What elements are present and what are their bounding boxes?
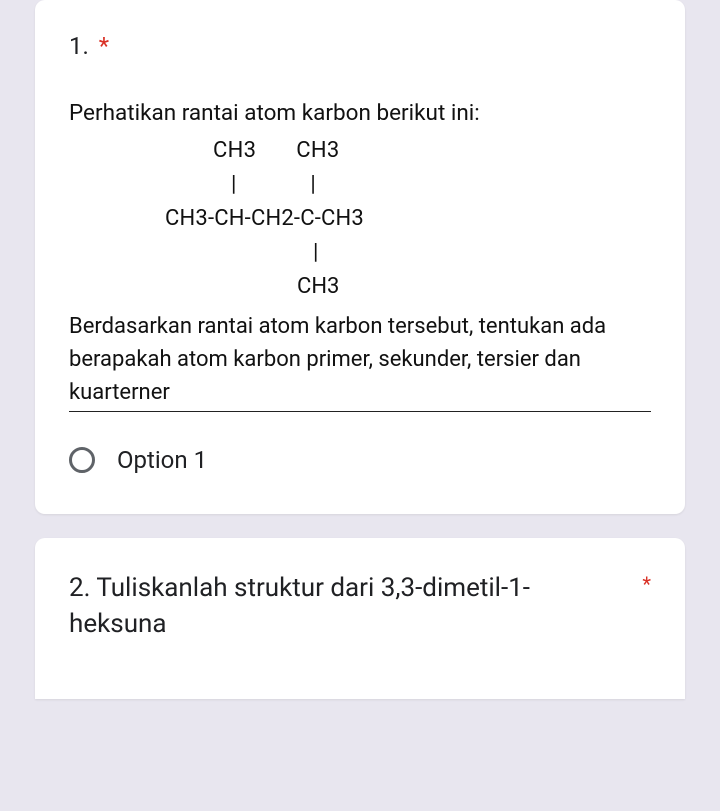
chem-row-3: CH3-CH-CH2-C-CH3 [69, 202, 651, 236]
chem-row-4: | [69, 236, 651, 270]
option-1-label: Option 1 [117, 446, 207, 474]
required-asterisk-2: * [642, 570, 651, 598]
chem-bond-1: | [231, 172, 236, 197]
chemical-structure: CH3CH3 || CH3-CH-CH2-C-CH3 | CH3 [69, 134, 651, 304]
q1-number-text: 1. [69, 32, 89, 60]
chem-bond-2: | [310, 172, 315, 197]
question-title-2: 2. Tuliskanlah struktur dari 3,3-dimetil… [69, 570, 651, 643]
question-number-1: 1. * [69, 32, 651, 60]
radio-option-1[interactable]: Option 1 [69, 446, 651, 474]
q2-title-text: 2. Tuliskanlah struktur dari 3,3-dimetil… [69, 570, 626, 643]
radio-circle-icon [69, 447, 95, 473]
q1-conclusion: Berdasarkan rantai atom karbon tersebut,… [69, 310, 651, 412]
required-asterisk: * [99, 32, 109, 60]
chem-row-1: CH3 CH3 [69, 134, 651, 168]
question-card-2: 2. Tuliskanlah struktur dari 3,3-dimetil… [35, 538, 685, 699]
chem-row-2: || [69, 168, 651, 202]
question-card-1: 1. * Perhatikan rantai atom karbon berik… [35, 0, 685, 514]
chem-ch3-top-left: CH3 [213, 138, 256, 163]
chem-row-5: CH3 [69, 270, 651, 304]
q1-instruction: Perhatikan rantai atom karbon berikut in… [69, 98, 651, 130]
chem-ch3-top-right: CH3 [296, 138, 339, 163]
